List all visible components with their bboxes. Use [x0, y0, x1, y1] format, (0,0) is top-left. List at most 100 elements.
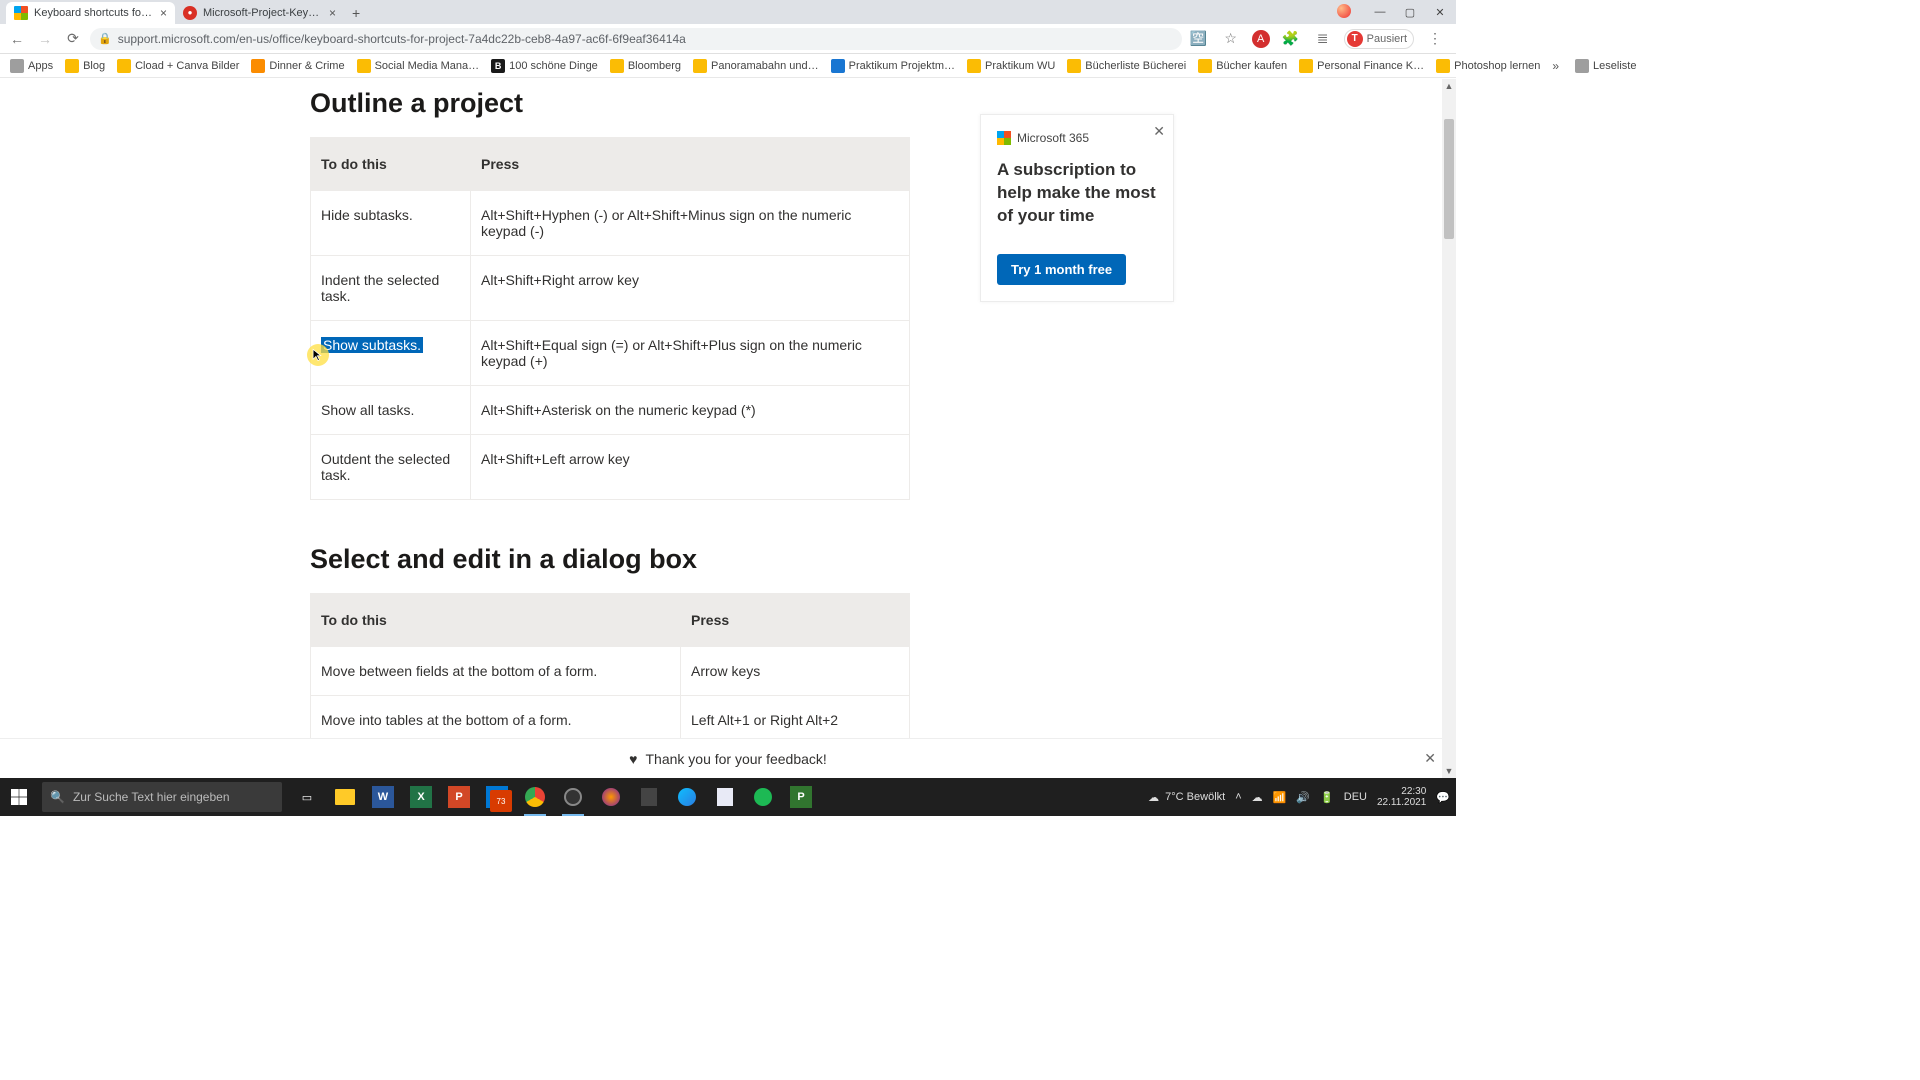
readinglist-icon[interactable]: ≣: [1312, 28, 1334, 50]
search-placeholder: Zur Suche Text hier eingeben: [73, 790, 230, 804]
back-button[interactable]: ←: [6, 28, 28, 50]
language-indicator[interactable]: DEU: [1344, 791, 1367, 803]
tab-title: Microsoft-Project-Keyboard-Sh: [203, 7, 323, 19]
notifications-icon[interactable]: 💬: [1436, 791, 1450, 804]
app-button[interactable]: [632, 778, 666, 816]
notepad-button[interactable]: [708, 778, 742, 816]
brand-label: Microsoft 365: [1017, 131, 1089, 145]
promo-card: ✕ Microsoft 365 A subscription to help m…: [980, 114, 1174, 302]
battery-icon[interactable]: 🔋: [1320, 791, 1334, 804]
weather-icon: ☁: [1148, 791, 1159, 804]
col-header: To do this: [311, 138, 471, 191]
search-icon: 🔍: [50, 790, 65, 804]
bookmark-item[interactable]: Photoshop lernen: [1432, 56, 1544, 76]
explorer-button[interactable]: [328, 778, 362, 816]
firefox-button[interactable]: [594, 778, 628, 816]
extensions-icon[interactable]: 🧩: [1280, 28, 1302, 50]
obs-button[interactable]: [556, 778, 590, 816]
edge-icon: [678, 788, 696, 806]
bookmark-item[interactable]: B100 schöne Dinge: [487, 56, 602, 76]
bookmark-item[interactable]: Dinner & Crime: [247, 56, 348, 76]
obs-icon: [564, 788, 582, 806]
tray-chevron-icon[interactable]: ˄: [1235, 791, 1241, 803]
excel-button[interactable]: X: [404, 778, 438, 816]
bookmark-item[interactable]: Cload + Canva Bilder: [113, 56, 243, 76]
close-icon[interactable]: ✕: [1153, 123, 1165, 140]
firefox-icon: [602, 788, 620, 806]
wifi-icon[interactable]: 📶: [1273, 791, 1287, 804]
tab-title: Keyboard shortcuts for Project: [34, 7, 154, 19]
bookmarks-overflow-icon[interactable]: »: [1548, 59, 1563, 73]
section-title: Outline a project: [310, 88, 910, 119]
chrome-button[interactable]: [518, 778, 552, 816]
bookmark-item[interactable]: Personal Finance K…: [1295, 56, 1428, 76]
project-icon: P: [790, 786, 812, 808]
app-icon: [641, 788, 657, 806]
table-row: Move between fields at the bottom of a f…: [311, 647, 910, 696]
bookmark-star-icon[interactable]: ☆: [1220, 28, 1242, 50]
folder-icon: [1198, 59, 1212, 73]
table-row: Hide subtasks.Alt+Shift+Hyphen (-) or Al…: [311, 191, 910, 256]
edge-button[interactable]: [670, 778, 704, 816]
bookmark-item[interactable]: Bloomberg: [606, 56, 685, 76]
address-bar[interactable]: 🔒 support.microsoft.com/en-us/office/key…: [90, 28, 1182, 50]
taskbar-search[interactable]: 🔍 Zur Suche Text hier eingeben: [42, 782, 282, 812]
bookmark-item[interactable]: Bücherliste Bücherei: [1063, 56, 1190, 76]
cloud-icon[interactable]: ☁: [1252, 791, 1263, 804]
scrollbar[interactable]: ▲ ▼: [1442, 79, 1456, 778]
reload-button[interactable]: ⟳: [62, 28, 84, 50]
minimize-button[interactable]: —: [1366, 2, 1394, 22]
scroll-thumb[interactable]: [1444, 119, 1454, 239]
notepad-icon: [717, 788, 733, 806]
tab-close-icon[interactable]: ×: [160, 6, 167, 20]
bookmark-item[interactable]: Praktikum WU: [963, 56, 1059, 76]
table-row: Show all tasks.Alt+Shift+Asterisk on the…: [311, 386, 910, 435]
viewport: Outline a project To do this Press Hide …: [0, 78, 1456, 778]
powerpoint-button[interactable]: P: [442, 778, 476, 816]
bookmark-item[interactable]: Panoramabahn und…: [689, 56, 823, 76]
bookmark-apps[interactable]: Apps: [6, 56, 57, 76]
tab-inactive[interactable]: ● Microsoft-Project-Keyboard-Sh ×: [175, 2, 344, 24]
avatar-icon: T: [1347, 31, 1363, 47]
close-icon[interactable]: ✕: [1424, 750, 1436, 767]
folder-icon: [693, 59, 707, 73]
site-icon: [831, 59, 845, 73]
mail-button[interactable]: ✉73: [480, 778, 514, 816]
close-window-button[interactable]: ✕: [1426, 2, 1454, 22]
bookmark-item[interactable]: Bücher kaufen: [1194, 56, 1291, 76]
scroll-down-icon[interactable]: ▼: [1442, 764, 1456, 778]
bookmark-item[interactable]: Praktikum Projektm…: [827, 56, 959, 76]
weather-widget[interactable]: ☁ 7°C Bewölkt: [1148, 791, 1225, 804]
scroll-up-icon[interactable]: ▲: [1442, 79, 1456, 93]
bookmark-item[interactable]: Blog: [61, 56, 109, 76]
excel-icon: X: [410, 786, 432, 808]
time-text: 22:30: [1377, 786, 1426, 798]
section-title: Select and edit in a dialog box: [310, 544, 910, 575]
forward-button[interactable]: →: [34, 28, 56, 50]
folder-icon: [65, 59, 79, 73]
tab-active[interactable]: Keyboard shortcuts for Project ×: [6, 2, 175, 24]
word-button[interactable]: W: [366, 778, 400, 816]
clock[interactable]: 22:30 22.11.2021: [1377, 786, 1426, 809]
start-button[interactable]: [0, 778, 38, 816]
menu-icon[interactable]: ⋮: [1424, 28, 1446, 50]
translate-icon[interactable]: 🈳: [1188, 28, 1210, 50]
readinglist-button[interactable]: Leseliste: [1571, 56, 1640, 76]
profile-chip[interactable]: T Pausiert: [1344, 29, 1414, 49]
try-free-button[interactable]: Try 1 month free: [997, 254, 1126, 285]
taskview-button[interactable]: ▭: [290, 778, 324, 816]
adblock-icon[interactable]: A: [1252, 30, 1270, 48]
volume-icon[interactable]: 🔊: [1296, 791, 1310, 804]
spotify-button[interactable]: [746, 778, 780, 816]
readinglist-icon: [1575, 59, 1589, 73]
bookmarks-bar: Apps Blog Cload + Canva Bilder Dinner & …: [0, 54, 1456, 78]
maximize-button[interactable]: ▢: [1396, 2, 1424, 22]
new-tab-button[interactable]: +: [344, 2, 368, 24]
tab-close-icon[interactable]: ×: [329, 6, 336, 20]
navbar: ← → ⟳ 🔒 support.microsoft.com/en-us/offi…: [0, 24, 1456, 54]
project-button[interactable]: P: [784, 778, 818, 816]
url-text: support.microsoft.com/en-us/office/keybo…: [118, 32, 686, 46]
bookmark-item[interactable]: Social Media Mana…: [353, 56, 484, 76]
col-header: Press: [471, 138, 910, 191]
taskview-icon: ▭: [296, 786, 318, 808]
